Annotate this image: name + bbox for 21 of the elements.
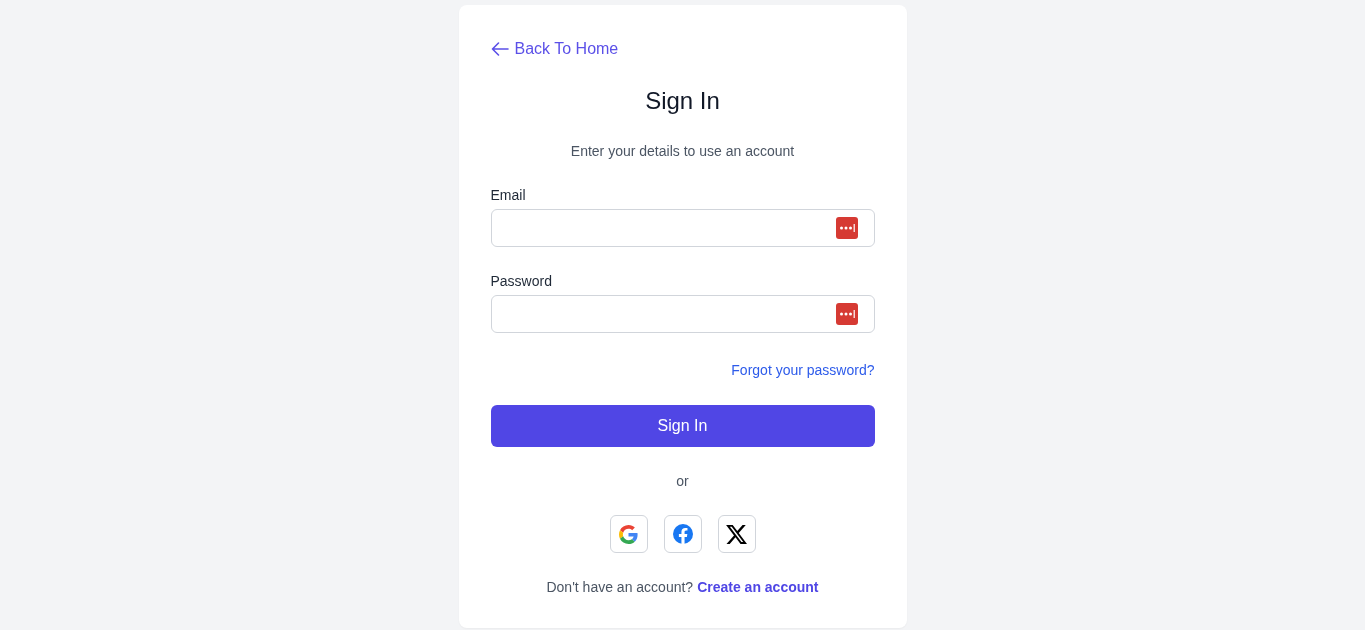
ellipsis-icon[interactable]: [835, 303, 858, 325]
create-account-link[interactable]: Create an account: [697, 577, 819, 597]
x-logo-icon: [726, 524, 747, 544]
back-to-home-link[interactable]: Back To Home: [490, 37, 619, 61]
x-button[interactable]: [717, 515, 756, 553]
google-button[interactable]: [609, 515, 648, 553]
input-field[interactable]: [490, 295, 875, 333]
subtitle-text: Enter your details to use an account: [569, 142, 796, 161]
facebook-f-icon: [672, 524, 693, 544]
page-title: Sign In: [644, 86, 721, 116]
divider-text: or: [676, 472, 689, 491]
left-arrow-icon: [490, 42, 509, 56]
sign-in-button[interactable]: Sign In: [490, 405, 875, 447]
facebook-button[interactable]: [663, 515, 702, 553]
field-label: Email: [490, 186, 526, 205]
google-g-icon: [619, 524, 638, 544]
input-field[interactable]: [490, 209, 875, 247]
ellipsis-icon[interactable]: [835, 217, 858, 239]
no-account-text: Don't have an account?: [546, 578, 694, 597]
forgot-password-link[interactable]: Forgot your password?: [731, 360, 875, 380]
field-label: Password: [490, 272, 552, 291]
